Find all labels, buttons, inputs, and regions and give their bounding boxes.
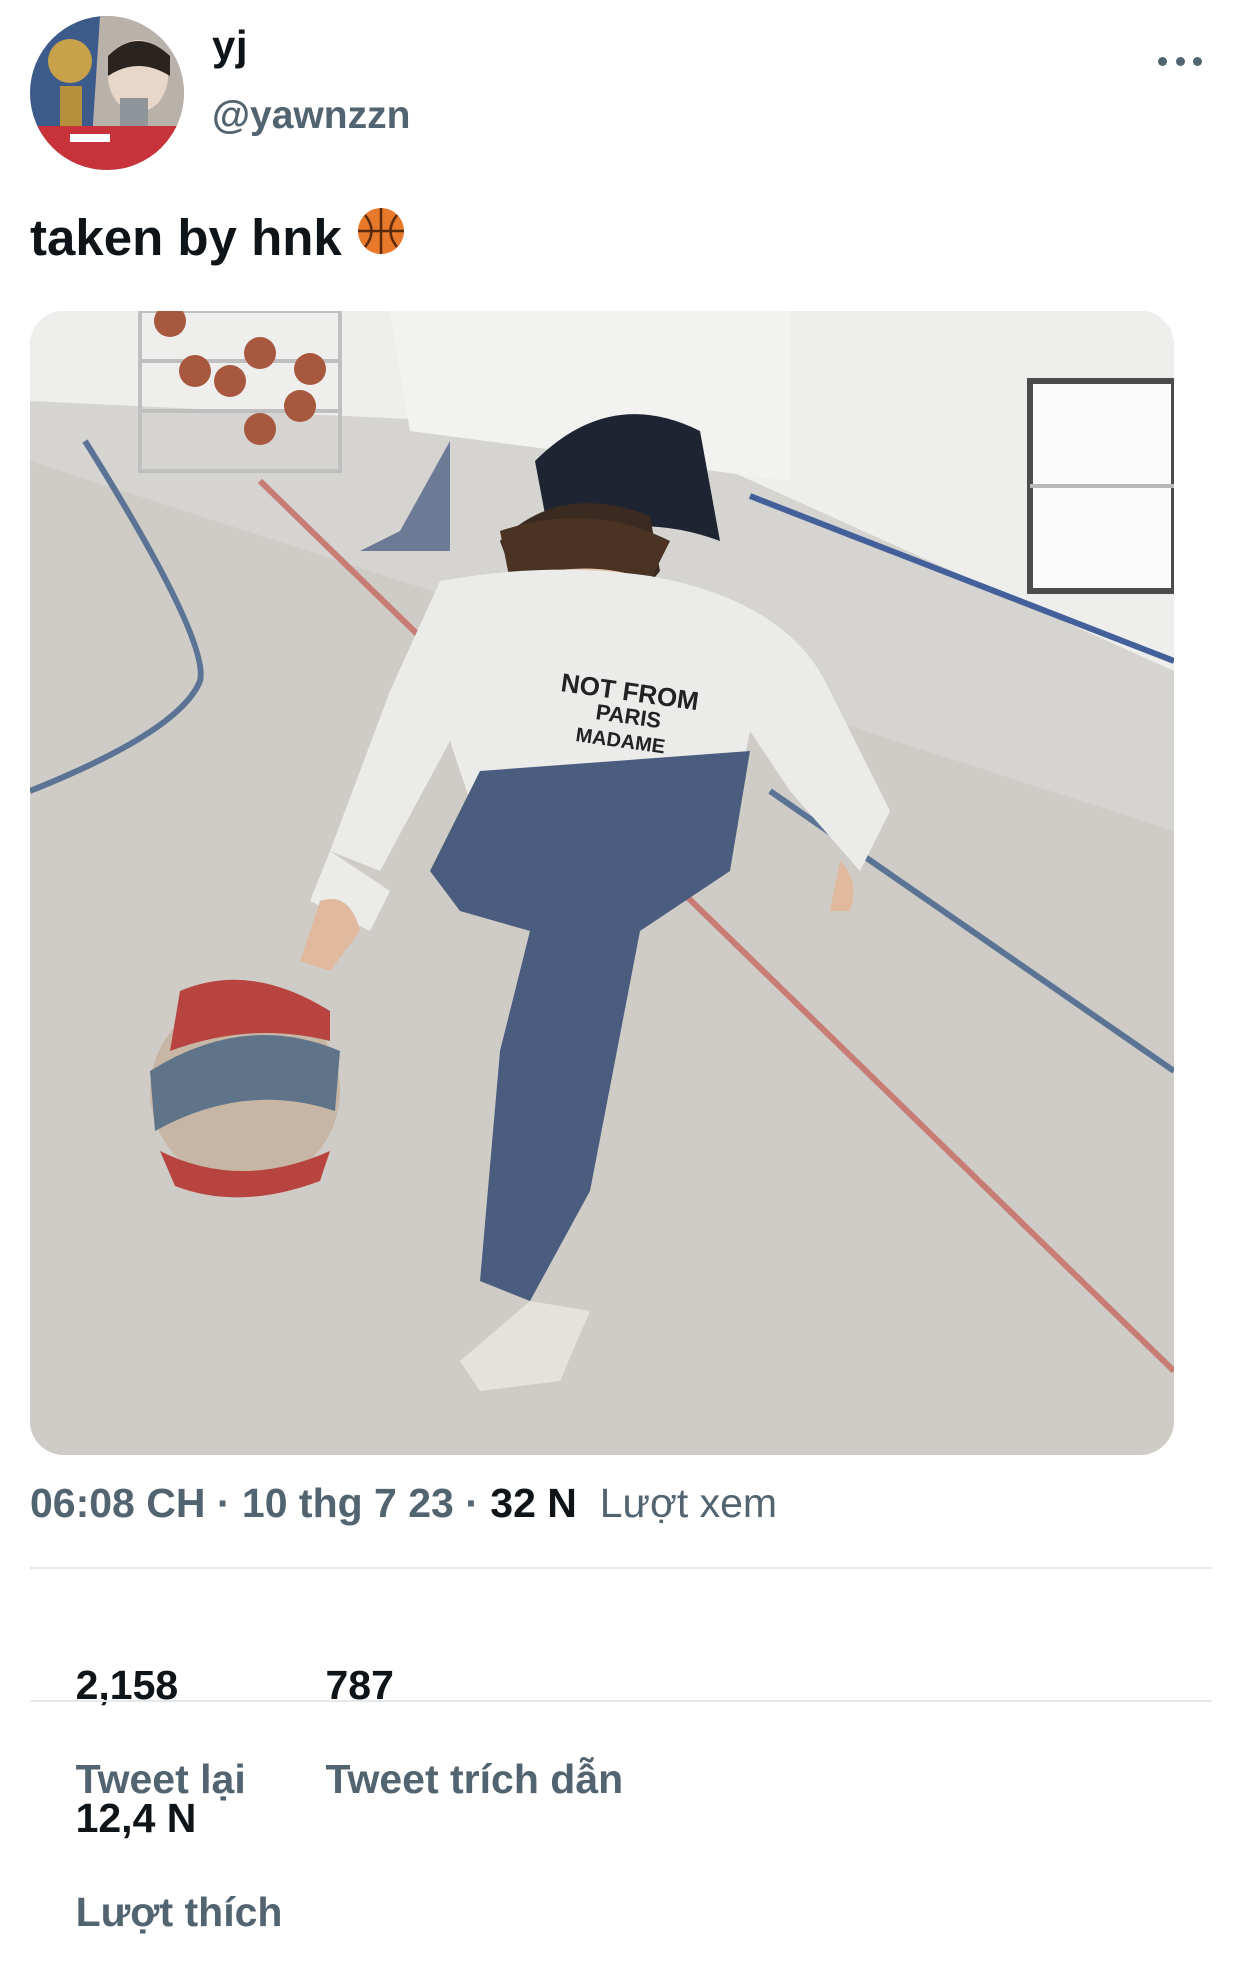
more-options-icon[interactable] bbox=[1158, 48, 1202, 74]
avatar[interactable] bbox=[30, 16, 184, 170]
likes-stat[interactable]: 12,4 N Lượt thích bbox=[30, 1748, 283, 1983]
meta-separator-2: · bbox=[453, 1480, 491, 1526]
avatar-photo bbox=[30, 16, 184, 170]
tweet-text: taken by hnk bbox=[30, 206, 406, 268]
tweet-header: yj @yawnzzn bbox=[0, 0, 1242, 180]
tweet-time[interactable]: 06:08 CH bbox=[30, 1480, 205, 1527]
tweet-date[interactable]: 10 thg 7 23 bbox=[242, 1480, 454, 1527]
basketball-court-photo: NOT FROM PARIS MADAME bbox=[30, 311, 1174, 1455]
meta-separator-1: · bbox=[205, 1480, 242, 1526]
likes-gap bbox=[76, 1842, 99, 1888]
views-label: Lượt xem bbox=[599, 1480, 778, 1526]
divider bbox=[30, 1700, 1212, 1702]
likes-stat-row: 12,4 N Lượt thích bbox=[30, 1748, 283, 1983]
quotes-label: Tweet trích dẫn bbox=[325, 1756, 624, 1802]
quotes-gap bbox=[325, 1709, 336, 1755]
tweet-media-photo[interactable]: NOT FROM PARIS MADAME bbox=[30, 311, 1174, 1455]
likes-count: 12,4 N bbox=[75, 1795, 197, 1841]
display-name[interactable]: yj bbox=[212, 22, 248, 70]
likes-label: Lượt thích bbox=[75, 1889, 283, 1935]
user-handle[interactable]: @yawnzzn bbox=[212, 94, 410, 138]
divider bbox=[30, 1567, 1212, 1569]
basketball-emoji-icon bbox=[356, 206, 406, 268]
tweet-meta: 06:08 CH · 10 thg 7 23 · 32 N Lượt xem bbox=[30, 1480, 777, 1527]
quotes-stat[interactable]: 787 Tweet trích dẫn bbox=[280, 1615, 623, 1850]
views-gap bbox=[577, 1480, 600, 1527]
stats-gap bbox=[246, 1615, 280, 1662]
tweet-text-content: taken by hnk bbox=[30, 208, 342, 266]
views-count: 32 N bbox=[490, 1480, 577, 1526]
